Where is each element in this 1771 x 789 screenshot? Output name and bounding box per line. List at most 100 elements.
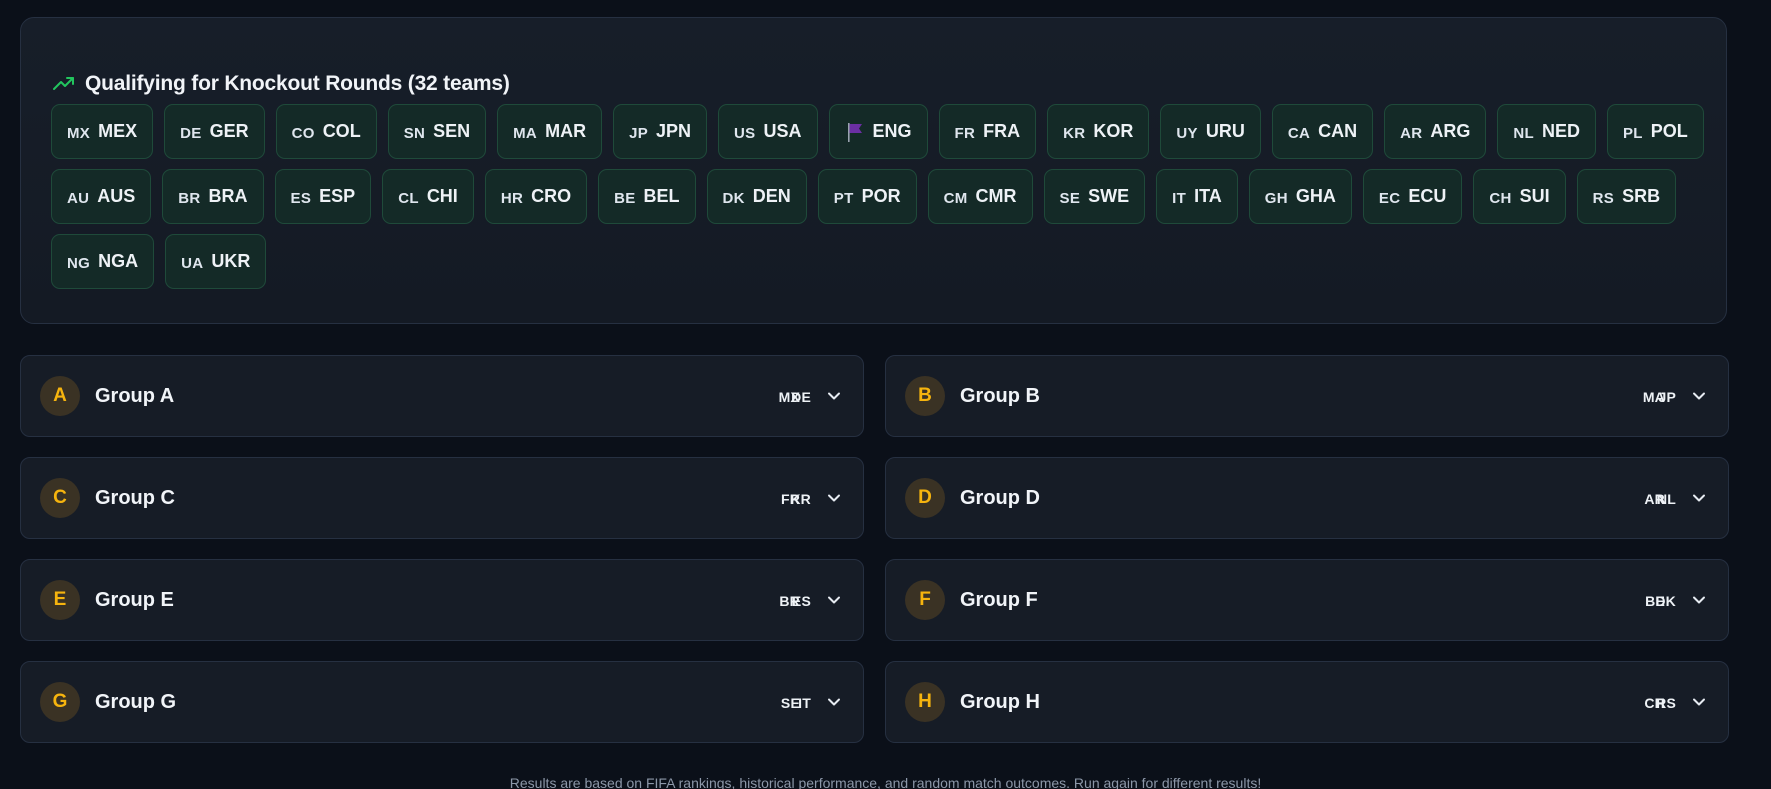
group-flag-preview: BE DK <box>1634 590 1676 610</box>
team-code: GHA <box>1295 186 1336 206</box>
group-name: Group G <box>95 690 177 713</box>
team-code: JPN <box>656 121 692 141</box>
group-card-e[interactable]: E Group E BR ES <box>20 559 864 641</box>
team-chip-can[interactable]: CA CAN <box>1271 104 1374 159</box>
team-chip-cmr[interactable]: CM CMR <box>927 169 1033 224</box>
team-chip-eng[interactable]: ENG <box>828 104 928 159</box>
team-chip-col[interactable]: CO COL <box>275 104 377 159</box>
group-letter-badge: B <box>905 376 945 416</box>
preview-flag-code: IT <box>798 695 811 711</box>
team-chip-sen[interactable]: SN SEN <box>387 104 487 159</box>
team-flag-code: SE <box>1059 190 1081 207</box>
team-chip-aus[interactable]: AU AUS <box>51 169 152 224</box>
team-code: SEN <box>433 121 471 141</box>
team-code: URU <box>1205 121 1245 141</box>
team-flag-code: FR <box>954 125 976 142</box>
team-code: CRO <box>531 186 572 206</box>
team-chip-ned[interactable]: NL NED <box>1497 104 1596 159</box>
group-name: Group C <box>95 486 175 509</box>
group-card-h[interactable]: H Group H CH RS <box>885 661 1729 743</box>
team-chip-uru[interactable]: UY URU <box>1160 104 1261 159</box>
team-code: ECU <box>1408 186 1447 206</box>
team-code: SUI <box>1519 186 1550 206</box>
team-chip-bra[interactable]: BR BRA <box>162 169 264 224</box>
team-flag-code: AU <box>67 190 90 207</box>
team-flag-code: CO <box>291 125 315 142</box>
team-code: SRB <box>1622 186 1661 206</box>
team-flag-code: HR <box>500 190 524 207</box>
team-code: POR <box>861 186 901 206</box>
preview-flag-code: NL <box>1656 491 1676 507</box>
team-chip-srb[interactable]: RS SRB <box>1576 169 1677 224</box>
chevron-down-icon[interactable] <box>825 387 843 405</box>
group-name: Group E <box>95 588 174 611</box>
team-flag-code: DE <box>180 125 202 142</box>
qualifying-title: Qualifying for Knockout Rounds (32 teams… <box>85 72 510 95</box>
group-letter-badge: F <box>905 580 945 620</box>
team-flag-code: EC <box>1378 190 1401 207</box>
team-chip-den[interactable]: DK DEN <box>706 169 807 224</box>
team-code: KOR <box>1093 121 1134 141</box>
groups-grid: A Group A MX DE B Group B MA JP C Group C FR KR D Gro… <box>20 355 1730 743</box>
team-chip-fra[interactable]: FR FRA <box>938 104 1037 159</box>
team-chip-ita[interactable]: IT ITA <box>1156 169 1238 224</box>
team-code: GER <box>209 121 249 141</box>
trending-up-icon <box>52 72 76 96</box>
team-code: BRA <box>208 186 248 206</box>
team-chip-sui[interactable]: CH SUI <box>1473 169 1566 224</box>
team-code: ESP <box>319 186 356 206</box>
group-card-d[interactable]: D Group D AR NL <box>885 457 1729 539</box>
team-flag-code: KR <box>1063 125 1086 142</box>
team-chip-cro[interactable]: HR CRO <box>484 169 588 224</box>
team-chip-chi[interactable]: CL CHI <box>382 169 474 224</box>
team-chip-swe[interactable]: SE SWE <box>1043 169 1146 224</box>
team-flag-code: CH <box>1489 190 1512 207</box>
chevron-down-icon[interactable] <box>1690 387 1708 405</box>
team-flag-code: IT <box>1172 190 1187 207</box>
team-flag-code: MA <box>513 125 538 142</box>
qualified-teams-list: MX MEX DE GER CO COL SN SEN MA MAR JP JPN US USA ENG FR… <box>51 104 1711 289</box>
group-letter-badge: D <box>905 478 945 518</box>
preview-flag-code: DE <box>791 389 811 405</box>
team-code: CAN <box>1318 121 1358 141</box>
group-letter-badge: G <box>40 682 80 722</box>
team-chip-arg[interactable]: AR ARG <box>1384 104 1487 159</box>
group-card-c[interactable]: C Group C FR KR <box>20 457 864 539</box>
chevron-down-icon[interactable] <box>825 591 843 609</box>
chevron-down-icon[interactable] <box>825 489 843 507</box>
team-code: NED <box>1541 121 1580 141</box>
chevron-down-icon[interactable] <box>1690 489 1708 507</box>
team-chip-pol[interactable]: PL POL <box>1606 104 1704 159</box>
team-chip-gha[interactable]: GH GHA <box>1248 169 1352 224</box>
group-card-g[interactable]: G Group G SE IT <box>20 661 864 743</box>
group-letter-badge: A <box>40 376 80 416</box>
group-card-a[interactable]: A Group A MX DE <box>20 355 864 437</box>
chevron-down-icon[interactable] <box>1690 591 1708 609</box>
team-flag-code: CM <box>943 190 968 207</box>
team-chip-ukr[interactable]: UA UKR <box>165 234 267 289</box>
group-card-b[interactable]: B Group B MA JP <box>885 355 1729 437</box>
team-chip-nga[interactable]: NG NGA <box>51 234 155 289</box>
team-code: BEL <box>643 186 680 206</box>
team-chip-ger[interactable]: DE GER <box>164 104 265 159</box>
team-chip-mex[interactable]: MX MEX <box>51 104 154 159</box>
group-flag-preview: MA JP <box>1634 386 1676 406</box>
team-chip-ecu[interactable]: EC ECU <box>1362 169 1463 224</box>
team-chip-jpn[interactable]: JP JPN <box>613 104 708 159</box>
team-code: NGA <box>98 251 139 271</box>
team-chip-por[interactable]: PT POR <box>817 169 917 224</box>
team-chip-usa[interactable]: US USA <box>718 104 818 159</box>
preview-flag-code: JP <box>1658 389 1676 405</box>
team-flag-code: GH <box>1264 190 1288 207</box>
team-chip-mar[interactable]: MA MAR <box>497 104 603 159</box>
qualifying-card: Qualifying for Knockout Rounds (32 teams… <box>20 17 1727 324</box>
chevron-down-icon[interactable] <box>825 693 843 711</box>
chevron-down-icon[interactable] <box>1690 693 1708 711</box>
group-flag-preview: FR KR <box>769 488 811 508</box>
group-letter-badge: H <box>905 682 945 722</box>
team-chip-bel[interactable]: BE BEL <box>598 169 696 224</box>
team-code: USA <box>763 121 802 141</box>
group-card-f[interactable]: F Group F BE DK <box>885 559 1729 641</box>
team-chip-esp[interactable]: ES ESP <box>274 169 372 224</box>
team-chip-kor[interactable]: KR KOR <box>1047 104 1150 159</box>
